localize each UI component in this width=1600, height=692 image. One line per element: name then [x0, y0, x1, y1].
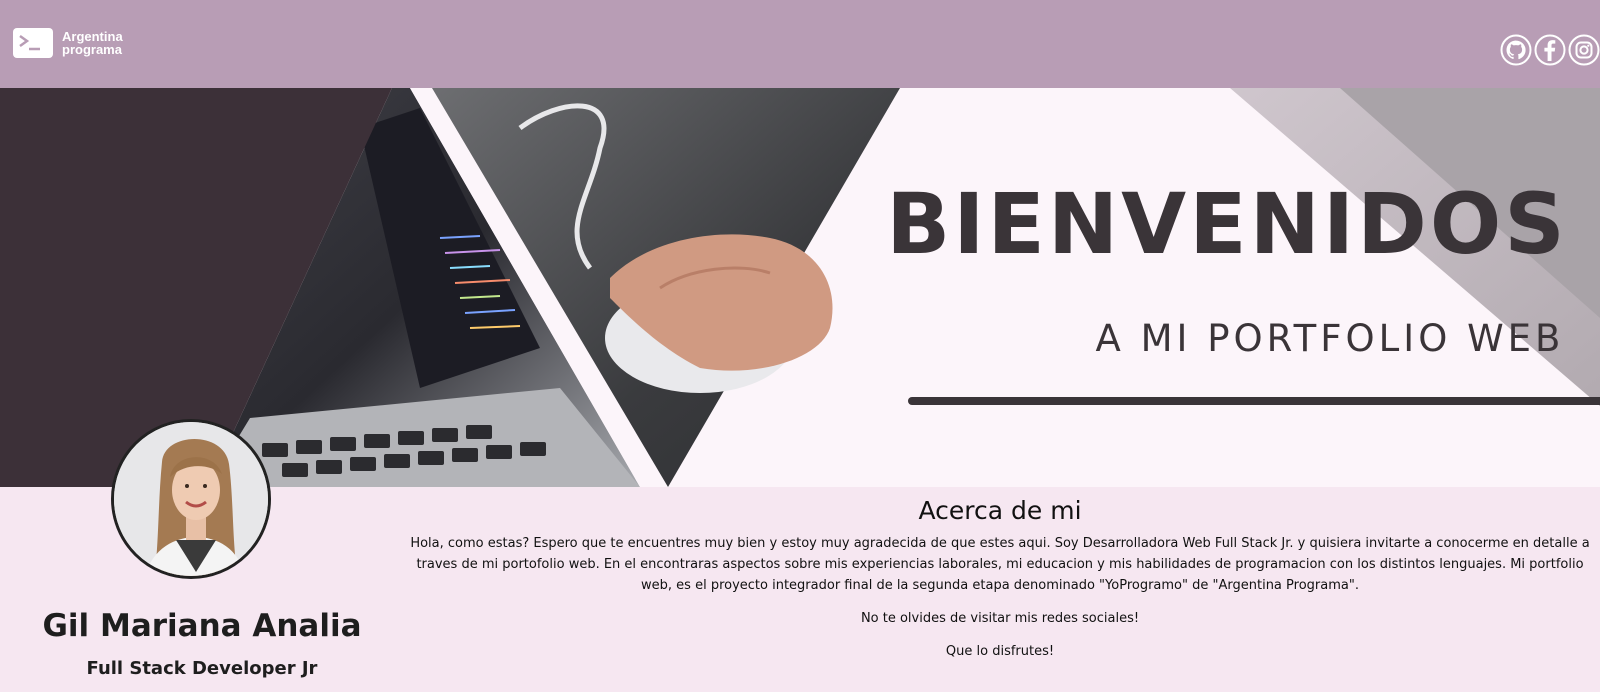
github-icon[interactable] — [1500, 34, 1532, 66]
terminal-icon — [13, 28, 53, 58]
about-closing: Que lo disfrutes! — [945, 644, 1055, 659]
about-paragraph: Hola, como estas? Espero que te encuentr… — [410, 536, 1590, 593]
facebook-icon[interactable] — [1534, 34, 1566, 66]
logo-text: Argentina programa — [62, 30, 123, 56]
instagram-icon[interactable] — [1568, 34, 1600, 66]
welcome-banner: BIENVENIDOS A MI PORTFOLIO WEB — [0, 88, 1600, 487]
about-heading: Acerca de mi — [918, 496, 1082, 525]
profile-name: Gil Mariana Analia — [42, 608, 362, 644]
argentina-programa-logo[interactable]: Argentina programa — [13, 28, 123, 58]
logo-text-line2: programa — [62, 42, 122, 57]
top-navbar: Argentina programa — [0, 0, 1600, 88]
about-section: Acerca de mi Hola, como estas? Espero qu… — [410, 494, 1590, 662]
profile-role: Full Stack Developer Jr — [86, 658, 318, 679]
about-social-reminder: No te olvides de visitar mis redes socia… — [860, 611, 1140, 626]
profile-avatar — [111, 419, 271, 579]
social-links — [1500, 34, 1600, 66]
banner-title: BIENVENIDOS — [886, 175, 1568, 273]
banner-subtitle: A MI PORTFOLIO WEB — [1096, 317, 1565, 360]
